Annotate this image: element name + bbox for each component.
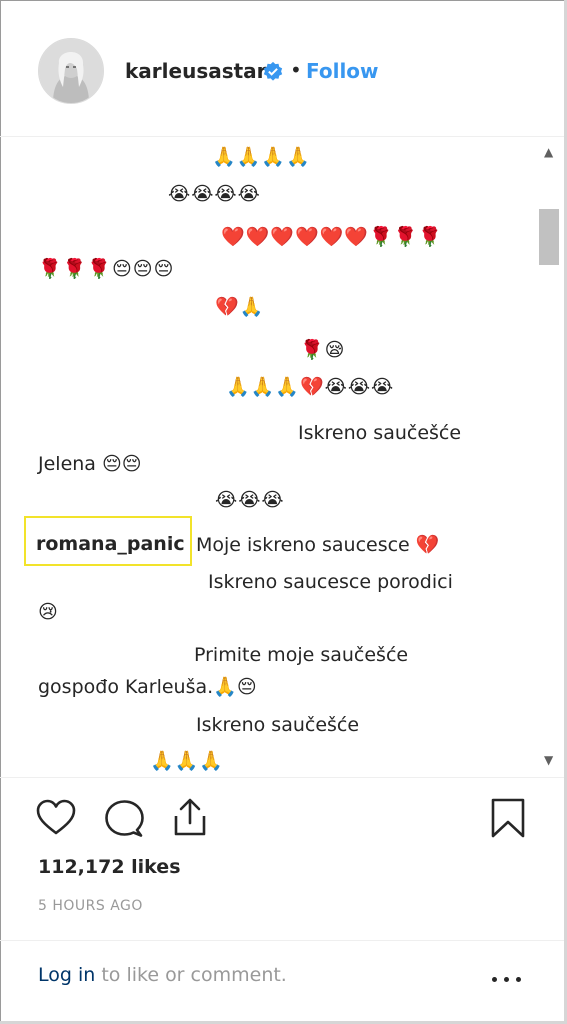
divider bbox=[0, 940, 564, 941]
comment-text: Iskreno saučešće bbox=[196, 714, 360, 736]
comment-text: Iskreno saučešće bbox=[298, 422, 462, 444]
login-prompt-text: to like or comment. bbox=[95, 964, 287, 986]
comments-list[interactable]: 🙏🙏🙏🙏 😭😭😭😭 ❤️❤️❤️❤️❤️❤️🌹🌹🌹 🌹🌹🌹😔😔😔 💔🙏 🌹😪 🙏… bbox=[0, 137, 536, 777]
share-icon bbox=[174, 798, 206, 836]
save-button[interactable] bbox=[486, 796, 530, 840]
scroll-down-arrow-icon[interactable]: ▼ bbox=[544, 753, 553, 767]
like-button[interactable] bbox=[34, 796, 78, 840]
comment-text: 🙏🙏🙏💔😭😭😭 bbox=[226, 376, 395, 398]
comment-text: Iskreno saucesce porodici bbox=[208, 571, 453, 593]
scrollbar-thumb[interactable] bbox=[539, 209, 559, 265]
avatar[interactable] bbox=[38, 38, 104, 104]
username-highlight-box bbox=[24, 516, 192, 566]
comment-text: 🌹🌹🌹😔😔😔 bbox=[38, 258, 175, 280]
comment-text: 😭😭😭 bbox=[215, 489, 285, 511]
login-link[interactable]: Log in bbox=[38, 964, 95, 986]
comment-text: Primite moje saučešće bbox=[194, 644, 409, 666]
comment-text: 🌹😪 bbox=[300, 339, 346, 361]
share-button[interactable] bbox=[168, 795, 212, 839]
comment-bubble-icon bbox=[105, 800, 144, 837]
comment-text: 💔🙏 bbox=[215, 296, 265, 318]
verified-badge-icon bbox=[263, 61, 283, 81]
comment-text: 😢 bbox=[38, 601, 59, 623]
post-header: karleusastar • Follow bbox=[0, 0, 564, 137]
bookmark-icon bbox=[491, 798, 525, 838]
scroll-up-arrow-icon[interactable]: ▲ bbox=[544, 145, 553, 159]
separator-dot: • bbox=[290, 58, 302, 82]
likes-count[interactable]: 112,172 likes bbox=[38, 856, 181, 878]
avatar-image bbox=[39, 39, 103, 103]
post-timestamp[interactable]: 5 HOURS AGO bbox=[38, 898, 143, 914]
comments-scrollbar[interactable]: ▲ ▼ bbox=[536, 137, 562, 777]
login-prompt: Log in to like or comment. bbox=[38, 964, 287, 986]
comment-text: 🙏🙏🙏🙏 bbox=[212, 146, 311, 168]
comment-text: Jelena 😔😔 bbox=[38, 453, 142, 475]
heart-icon bbox=[36, 799, 76, 835]
follow-button[interactable]: Follow bbox=[306, 59, 379, 83]
comment-text: ❤️❤️❤️❤️❤️❤️🌹🌹🌹 bbox=[221, 226, 443, 248]
comment-text: 😭😭😭😭 bbox=[168, 183, 261, 205]
comment-text: gospođo Karleuša.🙏😔 bbox=[38, 676, 257, 698]
post-actions bbox=[0, 777, 564, 778]
comment-text: Moje iskreno saucesce 💔 bbox=[196, 534, 440, 556]
comment-button[interactable] bbox=[102, 797, 146, 841]
more-options-icon[interactable] bbox=[490, 974, 524, 986]
comment-text: 🙏🙏🙏 bbox=[150, 750, 224, 772]
account-username[interactable]: karleusastar bbox=[125, 59, 267, 83]
